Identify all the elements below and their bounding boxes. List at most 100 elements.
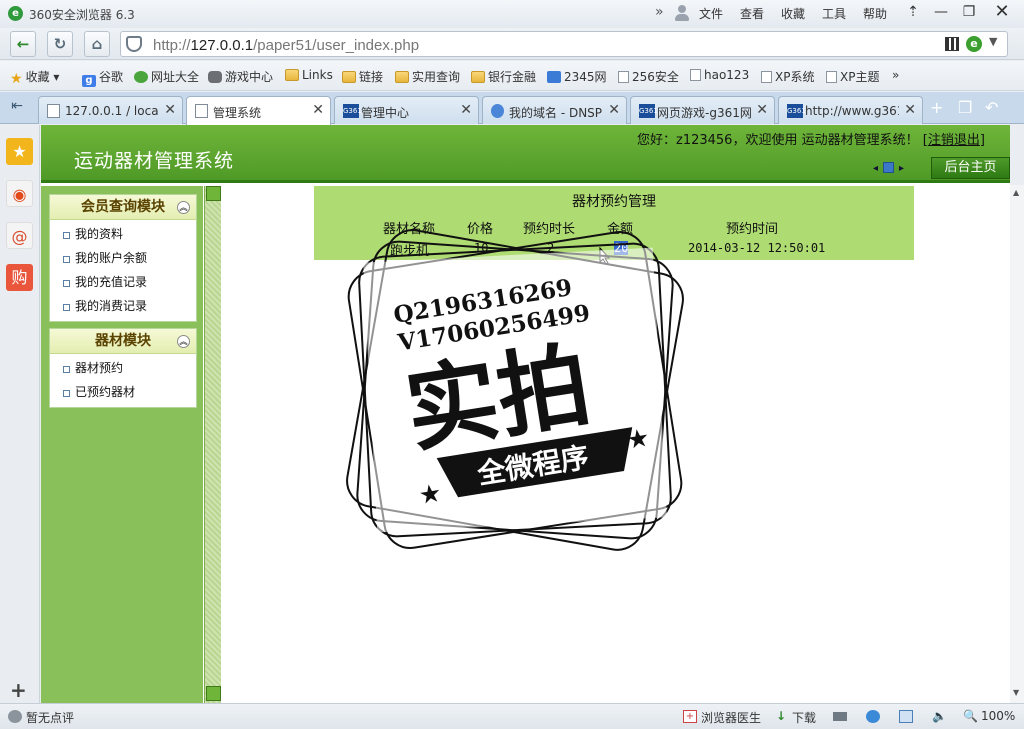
qr-code-icon[interactable] — [945, 37, 959, 51]
vertical-scrollbar[interactable]: ▲ ▼ — [1010, 185, 1024, 703]
menu-favorites[interactable]: 收藏 — [781, 5, 805, 22]
security-shield-icon[interactable] — [126, 36, 142, 52]
tab-g361-url[interactable]: G361 http://www.g361 ✕ — [778, 96, 923, 124]
close-window-button[interactable]: ✕ — [987, 0, 1017, 24]
menu-section-title[interactable]: 器材模块 ︽ — [50, 329, 196, 354]
download-button[interactable]: 下载 — [792, 709, 816, 726]
folder-icon — [395, 71, 409, 83]
gamepad-icon — [208, 71, 222, 83]
bookmark-chain[interactable]: 链接 — [342, 68, 383, 85]
menu-expand-icon[interactable]: » — [655, 4, 664, 20]
bookmark-xp-system[interactable]: XP系统 — [761, 68, 814, 85]
menu-file[interactable]: 文件 — [699, 5, 723, 22]
refresh-button[interactable]: ↻ — [47, 31, 73, 57]
web-page: 运动器材管理系统 您好：z123456，欢迎使用 运动器材管理系统！ [注销退出… — [41, 125, 1010, 703]
page-icon — [47, 104, 60, 118]
address-input[interactable]: http://127.0.0.1/paper51/user_index.php … — [120, 31, 1008, 57]
title-bar: e 360安全浏览器 6.3 » 文件 查看 收藏 工具 帮助 ⇡ — ❐ ✕ — [0, 0, 1024, 28]
bookmark-256[interactable]: 256安全 — [618, 68, 679, 85]
menu-item-reserved[interactable]: 已预约器材 — [50, 380, 196, 404]
back-button[interactable]: ← — [10, 31, 36, 57]
bookmark-xp-theme[interactable]: XP主题 — [826, 68, 879, 85]
email-icon[interactable]: @ — [6, 222, 33, 249]
bookmark-sites[interactable]: 网址大全 — [134, 68, 199, 85]
google-icon: g — [82, 75, 96, 87]
sidebar-toggle-icon[interactable]: ⇤ — [6, 98, 28, 118]
bookmark-games[interactable]: 游戏中心 — [208, 68, 273, 85]
tab-management-system[interactable]: 管理系统 ✕ — [186, 96, 331, 125]
user-account-icon[interactable] — [674, 5, 690, 21]
speed-icon[interactable] — [833, 712, 847, 721]
splitter-bottom-handle[interactable] — [206, 686, 221, 701]
menu-item-consumption[interactable]: 我的消费记录 — [50, 294, 196, 318]
close-tab-icon[interactable]: ✕ — [460, 102, 472, 118]
restore-button[interactable]: ❐ — [954, 0, 984, 24]
bookmark-google[interactable]: g 谷歌 — [82, 68, 123, 87]
menu-item-reserve[interactable]: 器材预约 — [50, 356, 196, 380]
collapse-icon[interactable]: ︽ — [177, 201, 190, 214]
undo-close-icon[interactable]: ↶ — [985, 98, 998, 117]
volume-icon[interactable]: 🔈 — [932, 709, 947, 723]
ie-icon[interactable] — [866, 710, 880, 723]
bookmarks-more-icon[interactable]: » — [892, 68, 899, 82]
cell-time: 2014-03-12 12:50:01 — [688, 241, 826, 255]
close-tab-icon[interactable]: ✕ — [904, 102, 916, 118]
screenshot-icon[interactable] — [899, 710, 913, 723]
doctor-icon: + — [683, 710, 697, 723]
mouse-cursor-icon — [599, 247, 611, 265]
bookmark-favorites[interactable]: ★ 收藏 ▾ — [10, 68, 59, 87]
menu-help[interactable]: 帮助 — [863, 5, 887, 22]
collapse-icon[interactable]: ︽ — [177, 335, 190, 348]
bookmark-hao123[interactable]: hao123 — [690, 68, 749, 82]
scroll-up-icon[interactable]: ▲ — [1013, 188, 1019, 197]
favorites-star-icon[interactable]: ★ — [6, 138, 33, 165]
menu-tools[interactable]: 工具 — [822, 5, 846, 22]
bookmark-2345[interactable]: 2345网 — [547, 68, 607, 85]
splitter-top-handle[interactable] — [206, 186, 221, 201]
shopping-icon[interactable]: 购 — [6, 264, 33, 291]
2345-icon — [547, 71, 561, 83]
page-icon — [761, 71, 772, 83]
site-header: 运动器材管理系统 您好：z123456，欢迎使用 运动器材管理系统！ [注销退出… — [41, 125, 1010, 183]
page-icon — [690, 69, 701, 81]
weibo-icon[interactable]: ◉ — [6, 180, 33, 207]
backend-home-button[interactable]: 后台主页 — [931, 157, 1010, 179]
close-tab-icon[interactable]: ✕ — [756, 102, 768, 118]
ie-mode-icon[interactable]: e — [966, 36, 982, 52]
bookmarks-bar: ★ 收藏 ▾ g 谷歌 网址大全 游戏中心 Links 链接 实用查询 银行金融 2… — [0, 61, 1024, 91]
bookmark-links[interactable]: Links — [285, 68, 333, 82]
browser-doctor[interactable]: 浏览器医生 — [701, 709, 761, 726]
tab-web-game[interactable]: G361 网页游戏-g361网 ✕ — [630, 96, 775, 124]
logout-link[interactable]: 注销退出 — [928, 133, 980, 148]
menu-item-my-profile[interactable]: 我的资料 — [50, 222, 196, 246]
menu-view[interactable]: 查看 — [740, 5, 764, 22]
minimize-button[interactable]: — — [926, 0, 956, 24]
close-tab-icon[interactable]: ✕ — [608, 102, 620, 118]
add-panel-icon[interactable]: + — [10, 678, 27, 702]
home-icon[interactable]: ⌂ — [84, 31, 110, 57]
scroll-down-icon[interactable]: ▼ — [1013, 688, 1019, 697]
frame-splitter[interactable] — [204, 186, 221, 703]
menu-section-title[interactable]: 会员查询模块 ︽ — [50, 195, 196, 220]
cell-duration: 2 — [547, 241, 555, 255]
rating-text[interactable]: 暂无点评 — [26, 709, 74, 726]
browser-side-panel: ★ ◉ @ 购 + — [0, 125, 40, 703]
close-tab-icon[interactable]: ✕ — [312, 102, 324, 118]
bookmark-lookup[interactable]: 实用查询 — [395, 68, 460, 85]
new-tab-icon[interactable]: + — [930, 98, 943, 117]
close-tab-icon[interactable]: ✕ — [164, 102, 176, 118]
page-icon — [618, 71, 629, 83]
menu-item-recharge[interactable]: 我的充值记录 — [50, 270, 196, 294]
tab-localhost[interactable]: 127.0.0.1 / localh ✕ — [38, 96, 183, 124]
tab-list-icon[interactable]: ❐ — [958, 98, 972, 117]
g361-icon: G361 — [343, 104, 362, 118]
tab-my-domain[interactable]: 我的域名 - DNSP ✕ — [482, 96, 627, 124]
bookmark-bank[interactable]: 银行金融 — [471, 68, 536, 85]
pin-window-icon[interactable]: ⇡ — [898, 0, 928, 24]
zoom-level[interactable]: 100% — [981, 709, 1015, 723]
chevron-down-icon[interactable]: ▼ — [989, 35, 997, 48]
url-text[interactable]: http://127.0.0.1/paper51/user_index.php — [153, 37, 419, 54]
header-pager[interactable]: ◂ ▸ — [873, 162, 904, 174]
menu-item-balance[interactable]: 我的账户余额 — [50, 246, 196, 270]
tab-admin-center[interactable]: G361 管理中心 ✕ — [334, 96, 479, 124]
